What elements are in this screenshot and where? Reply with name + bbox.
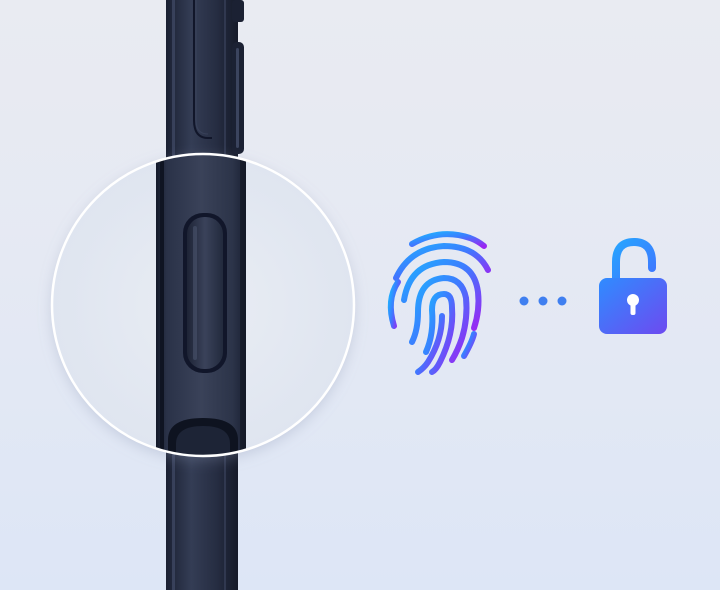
fingerprint-icon (387, 231, 491, 375)
scene-illustration (50, 0, 667, 590)
product-scene (0, 0, 720, 590)
unlocked-padlock-icon (599, 237, 667, 334)
ellipsis-dots-icon (519, 296, 567, 306)
magnifier-lens (50, 152, 356, 458)
